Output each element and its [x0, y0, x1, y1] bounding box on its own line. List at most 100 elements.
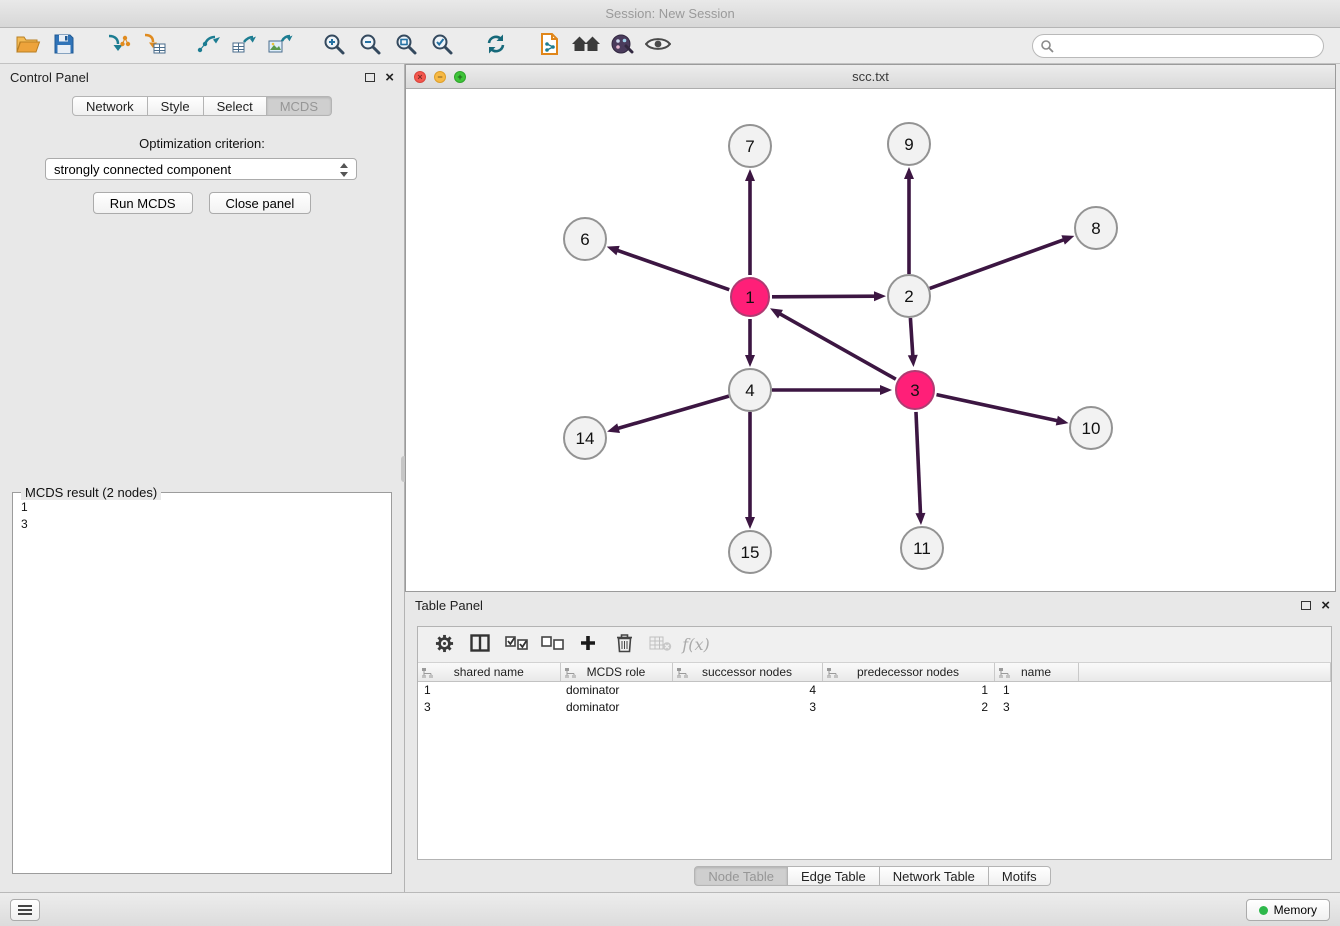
- table-cell-filler: [1078, 698, 1331, 715]
- table-tab-network-table[interactable]: Network Table: [880, 866, 989, 886]
- graph-arrowhead-3-11: [915, 513, 925, 525]
- memory-button[interactable]: Memory: [1246, 899, 1330, 921]
- show-columns-button[interactable]: [464, 631, 496, 659]
- graph-arrowhead-4-14: [607, 423, 620, 433]
- table-cell[interactable]: dominator: [560, 681, 672, 698]
- select-all-rows-button[interactable]: [500, 631, 532, 659]
- graph-edge-2-3[interactable]: [910, 318, 912, 357]
- export-image-button[interactable]: [262, 31, 298, 61]
- graph-node-label-9: 9: [904, 135, 913, 154]
- table-body: 1dominator4113dominator323: [418, 681, 1331, 715]
- table-cell[interactable]: 3: [672, 698, 822, 715]
- zoom-selected-button[interactable]: [424, 31, 460, 61]
- graph-node-label-11: 11: [913, 539, 931, 558]
- table-tab-node-table[interactable]: Node Table: [694, 866, 788, 886]
- import-network-button[interactable]: [100, 31, 136, 61]
- table-row[interactable]: 1dominator411: [418, 681, 1331, 698]
- table-row[interactable]: 3dominator323: [418, 698, 1331, 715]
- export-network-button[interactable]: [190, 31, 226, 61]
- tab-network[interactable]: Network: [72, 96, 148, 116]
- table-cell[interactable]: 1: [822, 681, 994, 698]
- float-panel-icon[interactable]: [365, 73, 375, 82]
- graph-arrowhead-1-6: [607, 246, 620, 255]
- memory-label: Memory: [1274, 903, 1317, 917]
- graph-arrowhead-4-3: [880, 385, 892, 395]
- export-table-button[interactable]: [226, 31, 262, 61]
- refresh-view-button[interactable]: [478, 31, 514, 61]
- close-table-panel-icon[interactable]: ×: [1321, 598, 1330, 613]
- hierarchy-icon: [827, 667, 838, 681]
- graph-edge-1-2[interactable]: [772, 296, 876, 297]
- graph-edge-3-1[interactable]: [779, 313, 896, 379]
- function-builder-button[interactable]: f(x): [680, 631, 712, 659]
- table-header-row: shared nameMCDS rolesuccessor nodesprede…: [418, 663, 1331, 681]
- deselect-all-rows-button[interactable]: [536, 631, 568, 659]
- graph-edge-3-11[interactable]: [916, 412, 921, 515]
- export-image-icon: [267, 33, 293, 58]
- tab-select[interactable]: Select: [204, 96, 267, 116]
- mcds-result-box: MCDS result (2 nodes) 1 3: [12, 492, 392, 874]
- run-mcds-button[interactable]: Run MCDS: [93, 192, 193, 214]
- table-tab-edge-table[interactable]: Edge Table: [788, 866, 880, 886]
- column-header-name[interactable]: name: [994, 663, 1078, 681]
- table-cell[interactable]: 1: [994, 681, 1078, 698]
- show-hide-button[interactable]: [640, 31, 676, 61]
- open-file-button[interactable]: [10, 31, 46, 61]
- import-table-button[interactable]: [136, 31, 172, 61]
- minimize-window-icon[interactable]: −: [434, 71, 446, 83]
- graph-edge-2-8[interactable]: [930, 239, 1065, 288]
- save-session-button[interactable]: [46, 31, 82, 61]
- column-header-MCDS-role[interactable]: MCDS role: [560, 663, 672, 681]
- node-table-container: f(x) shared nameMCDS rolesuccessor nodes…: [417, 626, 1332, 860]
- table-tab-motifs[interactable]: Motifs: [989, 866, 1051, 886]
- table-cell[interactable]: 3: [994, 698, 1078, 715]
- network-document-button[interactable]: [532, 31, 568, 61]
- save-floppy-icon: [53, 33, 75, 58]
- search-icon: [1040, 39, 1054, 58]
- graph-node-label-15: 15: [741, 543, 760, 562]
- application-window: Session: New Session: [0, 0, 1340, 926]
- table-panel: Table Panel ×: [405, 592, 1340, 892]
- table-cell[interactable]: dominator: [560, 698, 672, 715]
- apply-style-button[interactable]: [604, 31, 640, 61]
- column-header-shared-name[interactable]: shared name: [418, 663, 560, 681]
- graph-edge-3-10[interactable]: [937, 395, 1059, 421]
- panel-menu-button[interactable]: [10, 899, 40, 921]
- graph-node-label-1: 1: [745, 288, 754, 307]
- graph-arrowhead-1-7: [745, 169, 755, 181]
- network-canvas[interactable]: 7968124314101511: [406, 89, 1335, 591]
- close-window-icon[interactable]: ×: [414, 71, 426, 83]
- float-table-panel-icon[interactable]: [1301, 601, 1311, 610]
- zoom-out-button[interactable]: [352, 31, 388, 61]
- optimization-criterion-select[interactable]: strongly connected component: [45, 158, 357, 180]
- table-cell[interactable]: 3: [418, 698, 560, 715]
- graph-node-label-3: 3: [910, 381, 919, 400]
- graph-edge-4-14[interactable]: [617, 396, 729, 429]
- network-window-titlebar: × − + scc.txt: [406, 65, 1335, 89]
- checked-boxes-icon: [505, 636, 528, 654]
- column-header-successor-nodes[interactable]: successor nodes: [672, 663, 822, 681]
- zoom-fit-button[interactable]: [388, 31, 424, 61]
- tab-style[interactable]: Style: [148, 96, 204, 116]
- graph-edge-1-6[interactable]: [616, 250, 729, 290]
- table-panel-title: Table Panel: [415, 598, 483, 613]
- close-panel-icon[interactable]: ×: [385, 70, 394, 85]
- close-panel-button[interactable]: Close panel: [209, 192, 312, 214]
- add-column-button[interactable]: [572, 631, 604, 659]
- table-cell[interactable]: 2: [822, 698, 994, 715]
- document-share-icon: [539, 32, 561, 59]
- table-cell[interactable]: 4: [672, 681, 822, 698]
- column-header-predecessor-nodes[interactable]: predecessor nodes: [822, 663, 994, 681]
- delete-column-button[interactable]: [608, 631, 640, 659]
- delete-table-button[interactable]: [644, 631, 676, 659]
- table-settings-button[interactable]: [428, 631, 460, 659]
- show-all-views-button[interactable]: [568, 31, 604, 61]
- search-input[interactable]: [1032, 34, 1324, 58]
- zoom-window-icon[interactable]: +: [454, 71, 466, 83]
- graph-node-label-4: 4: [745, 381, 754, 400]
- tab-mcds[interactable]: MCDS: [267, 96, 332, 116]
- zoom-in-button[interactable]: [316, 31, 352, 61]
- table-cell[interactable]: 1: [418, 681, 560, 698]
- table-tabs: Node TableEdge TableNetwork TableMotifs: [405, 866, 1340, 886]
- hierarchy-icon: [677, 667, 688, 681]
